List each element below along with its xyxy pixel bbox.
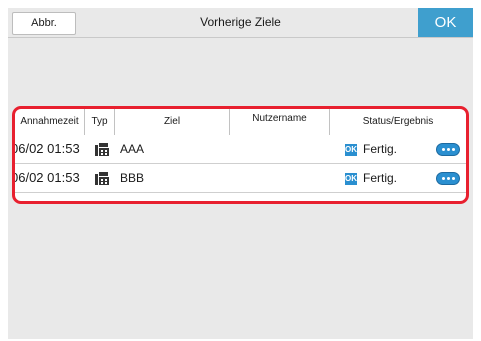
column-header-username: Nutzername: [230, 109, 330, 135]
row-status: Fertig.: [363, 142, 398, 156]
row-target: AAA: [120, 142, 145, 156]
more-dots-icon[interactable]: [436, 172, 460, 185]
fax-icon: [95, 172, 109, 185]
ok-status-icon: OK: [345, 173, 357, 185]
top-bar: Abbr. Vorherige Ziele OK: [8, 8, 473, 38]
more-dots-icon[interactable]: [436, 143, 460, 156]
row-time: 06/02 01:53: [12, 141, 80, 156]
page-title: Vorherige Ziele: [200, 15, 281, 29]
column-header-type: Typ: [85, 109, 115, 135]
column-header-time: Annahmezeit: [15, 109, 85, 135]
table-row[interactable]: 06/02 01:53 AAA OK Fertig.: [15, 135, 466, 164]
ok-status-icon: OK: [345, 144, 357, 156]
row-target: BBB: [120, 171, 145, 185]
ok-button[interactable]: OK: [418, 8, 473, 37]
destination-history-list: Annahmezeit Typ Ziel Nutzername Status/E…: [12, 106, 469, 204]
table-row[interactable]: 06/02 01:53 BBB OK Fertig.: [15, 164, 466, 193]
row-status: Fertig.: [363, 171, 398, 185]
cancel-button[interactable]: Abbr.: [12, 12, 76, 35]
table-header: Annahmezeit Typ Ziel Nutzername Status/E…: [15, 109, 466, 136]
row-time: 06/02 01:53: [12, 170, 80, 185]
device-screen: Abbr. Vorherige Ziele OK Annahmezeit Typ…: [8, 8, 473, 339]
column-header-status: Status/Ergebnis: [362, 116, 434, 127]
fax-icon: [95, 143, 109, 156]
column-header-target: Ziel: [115, 109, 230, 135]
